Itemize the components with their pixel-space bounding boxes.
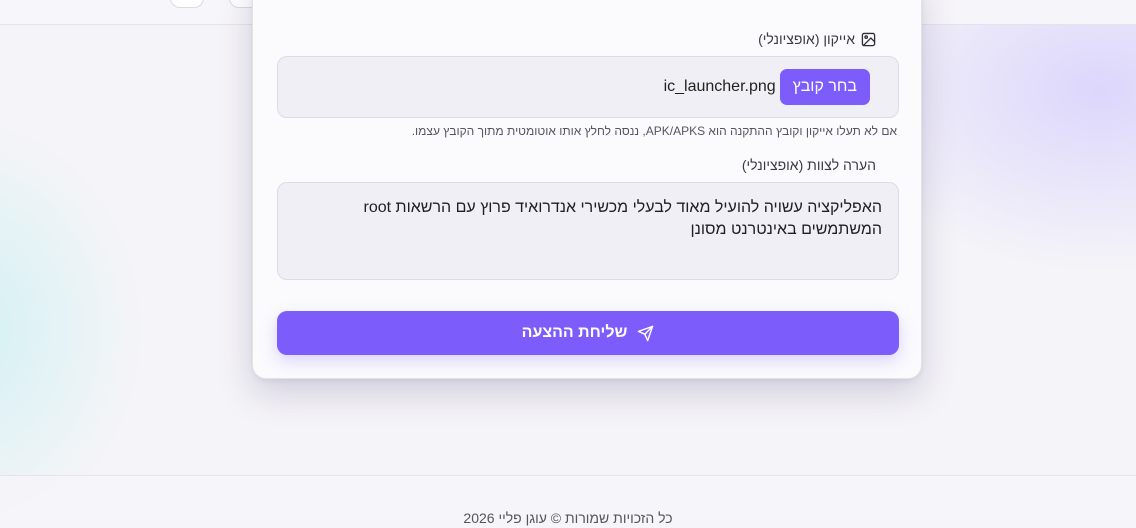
icon-field-label: אייקון (אופציונלי): [758, 30, 876, 48]
note-field-label-text: הערה לצוות (אופציונלי): [741, 157, 876, 173]
footer: כל הזכויות שמורות © עוגן פליי 2026: [0, 475, 1136, 528]
note-field-label: הערה לצוות (אופציונלי): [742, 156, 876, 174]
icon-file-input[interactable]: בחר קובץ ic_launcher.png: [277, 56, 899, 118]
copyright-text: כל הזכויות שמורות © עוגן פליי 2026: [463, 510, 673, 526]
submission-form-card: אייקון (אופציונלי) בחר קובץ ic_launcher.…: [252, 0, 922, 379]
submit-suggestion-button[interactable]: שליחת ההצעה: [277, 311, 899, 355]
icon-field-hint: אם לא תעלו אייקון וקובץ ההתקנה הוא APK/A…: [411, 124, 897, 138]
image-icon: [861, 32, 876, 47]
selected-file-name: ic_launcher.png: [663, 78, 776, 95]
send-icon: [637, 325, 654, 342]
navbar-icon-button[interactable]: [170, 0, 204, 8]
icon-field-label-text: אייקון (אופציונלי): [758, 31, 855, 47]
note-textarea[interactable]: האפליקציה עשויה להועיל מאוד לבעלי מכשירי…: [277, 182, 899, 280]
choose-file-button[interactable]: בחר קובץ: [779, 69, 870, 105]
submit-button-label: שליחת ההצעה: [521, 324, 628, 341]
